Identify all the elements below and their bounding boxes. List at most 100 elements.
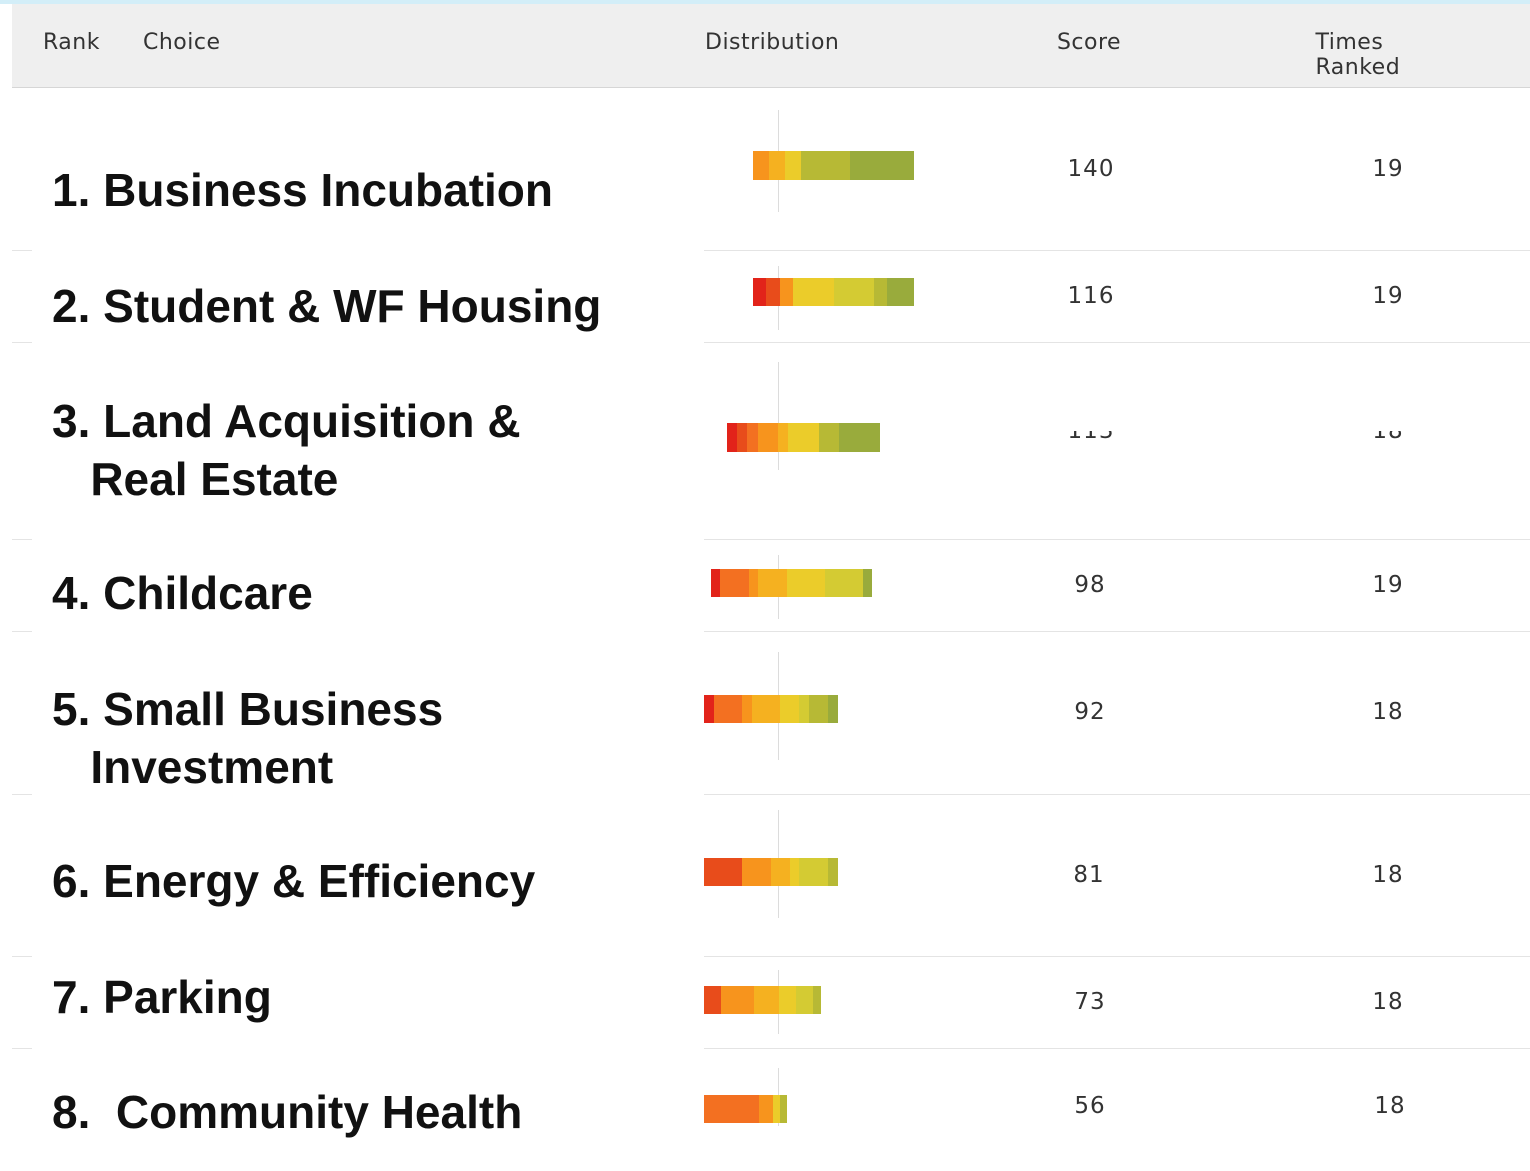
distribution-segment-rank-4	[742, 858, 771, 886]
distribution-segment-rank-8	[827, 858, 838, 886]
distribution-segment-rank-2	[704, 858, 743, 886]
distribution-segment-rank-8	[818, 423, 840, 452]
distribution-segment-rank-9	[849, 151, 915, 180]
row-divider	[12, 794, 32, 795]
score-4: 98	[1074, 572, 1106, 598]
row-divider	[12, 631, 32, 632]
row-divider	[704, 342, 1530, 343]
row-divider	[704, 794, 1530, 795]
score-6: 81	[1073, 862, 1105, 888]
row-divider	[704, 631, 1530, 632]
distribution-segment-rank-6	[780, 695, 800, 723]
distribution-segment-rank-3	[713, 695, 743, 723]
row-divider	[704, 250, 1530, 251]
distribution-segment-rank-9	[839, 423, 881, 452]
distribution-bar-3[interactable]	[727, 423, 881, 452]
row-divider	[704, 1048, 1530, 1049]
distribution-segment-rank-4	[753, 151, 770, 180]
distribution-segment-rank-3	[720, 569, 750, 597]
score-1: 140	[1067, 156, 1115, 182]
row-divider	[12, 956, 32, 957]
header-distribution: Distribution	[705, 30, 840, 55]
choice-label-7: 7. Parking	[52, 971, 272, 1023]
row-divider	[12, 539, 32, 540]
table-header: Rank Choice Distribution Score Times Ran…	[12, 4, 1530, 88]
choice-label-5: 5. Small Business Investment	[52, 683, 444, 793]
distribution-segment-rank-6	[789, 858, 800, 886]
choice-label-6: 6. Energy & Efficiency	[52, 855, 536, 907]
header-score[interactable]: Score	[1057, 30, 1121, 55]
row-divider	[12, 250, 32, 251]
distribution-segment-rank-1	[704, 695, 714, 723]
distribution-segment-rank-5	[758, 569, 788, 597]
distribution-segment-rank-4	[720, 986, 755, 1014]
row-divider	[12, 1048, 32, 1049]
distribution-segment-rank-6	[793, 278, 834, 306]
choice-label-4: 4. Childcare	[52, 567, 313, 619]
distribution-segment-rank-6	[786, 569, 826, 597]
score-3: 113	[1067, 431, 1115, 444]
distribution-segment-rank-3	[747, 423, 759, 452]
times-ranked-4: 19	[1372, 572, 1404, 598]
times-ranked-1: 19	[1372, 156, 1404, 182]
times-ranked-6: 18	[1372, 862, 1404, 888]
score-3-clip: 113	[1040, 431, 1140, 446]
times-ranked-3: 18	[1372, 431, 1404, 444]
header-rank[interactable]: Rank	[43, 30, 100, 55]
distribution-segment-rank-5	[754, 986, 780, 1014]
distribution-segment-rank-2	[704, 986, 722, 1014]
score-7: 73	[1074, 989, 1106, 1015]
distribution-segment-rank-7	[824, 569, 864, 597]
distribution-segment-rank-4	[759, 1095, 774, 1123]
distribution-segment-rank-3	[704, 1095, 760, 1123]
distribution-bar-1[interactable]	[753, 151, 915, 180]
distribution-bar-5[interactable]	[704, 695, 838, 723]
header-times-ranked[interactable]: Times Ranked	[1316, 30, 1459, 80]
distribution-segment-rank-7	[799, 858, 828, 886]
times-ranked-8-clip: 18	[1340, 1095, 1440, 1119]
times-ranked-3-clip: 18	[1340, 431, 1440, 446]
times-ranked-7: 18	[1372, 989, 1404, 1015]
distribution-bar-8[interactable]	[704, 1095, 788, 1123]
choice-label-3: 3. Land Acquisition & Real Estate	[52, 395, 521, 505]
distribution-segment-rank-4	[757, 423, 779, 452]
distribution-segment-rank-5	[751, 695, 781, 723]
choice-label-1: 1. Business Incubation	[52, 164, 553, 216]
distribution-bar-4[interactable]	[711, 569, 873, 597]
score-5: 92	[1074, 699, 1106, 725]
header-choice[interactable]: Choice	[143, 30, 221, 55]
distribution-segment-rank-8	[873, 278, 888, 306]
row-divider	[704, 956, 1530, 957]
score-8-clip: 56	[1040, 1095, 1140, 1119]
distribution-segment-rank-9	[827, 695, 838, 723]
distribution-segment-rank-5	[769, 151, 786, 180]
distribution-segment-rank-7	[799, 695, 809, 723]
distribution-segment-rank-5	[778, 423, 789, 452]
distribution-segment-rank-6	[779, 986, 797, 1014]
distribution-segment-rank-1	[753, 278, 767, 306]
distribution-segment-rank-2	[766, 278, 781, 306]
distribution-segment-rank-9	[862, 569, 873, 597]
row-divider	[704, 539, 1530, 540]
distribution-segment-rank-9	[887, 278, 915, 306]
distribution-segment-rank-8	[801, 151, 851, 180]
distribution-bar-2[interactable]	[753, 278, 915, 306]
distribution-segment-rank-4	[742, 695, 752, 723]
row-divider	[12, 342, 32, 343]
score-2: 116	[1067, 283, 1115, 309]
distribution-segment-rank-4	[748, 569, 759, 597]
distribution-bar-6[interactable]	[704, 858, 838, 886]
times-ranked-8: 18	[1374, 1095, 1406, 1119]
distribution-segment-rank-8	[808, 695, 828, 723]
distribution-bar-7[interactable]	[704, 986, 822, 1014]
distribution-segment-rank-7	[833, 278, 875, 306]
choice-label-8: 8. Community Health	[52, 1086, 523, 1138]
distribution-segment-rank-7	[795, 986, 814, 1014]
distribution-segment-rank-6	[788, 423, 820, 452]
times-ranked-5: 18	[1372, 699, 1404, 725]
distribution-segment-rank-8	[780, 1095, 788, 1123]
choice-label-2: 2. Student & WF Housing	[52, 280, 602, 332]
distribution-segment-rank-8	[812, 986, 822, 1014]
distribution-segment-rank-4	[779, 278, 794, 306]
score-8: 56	[1074, 1095, 1106, 1119]
